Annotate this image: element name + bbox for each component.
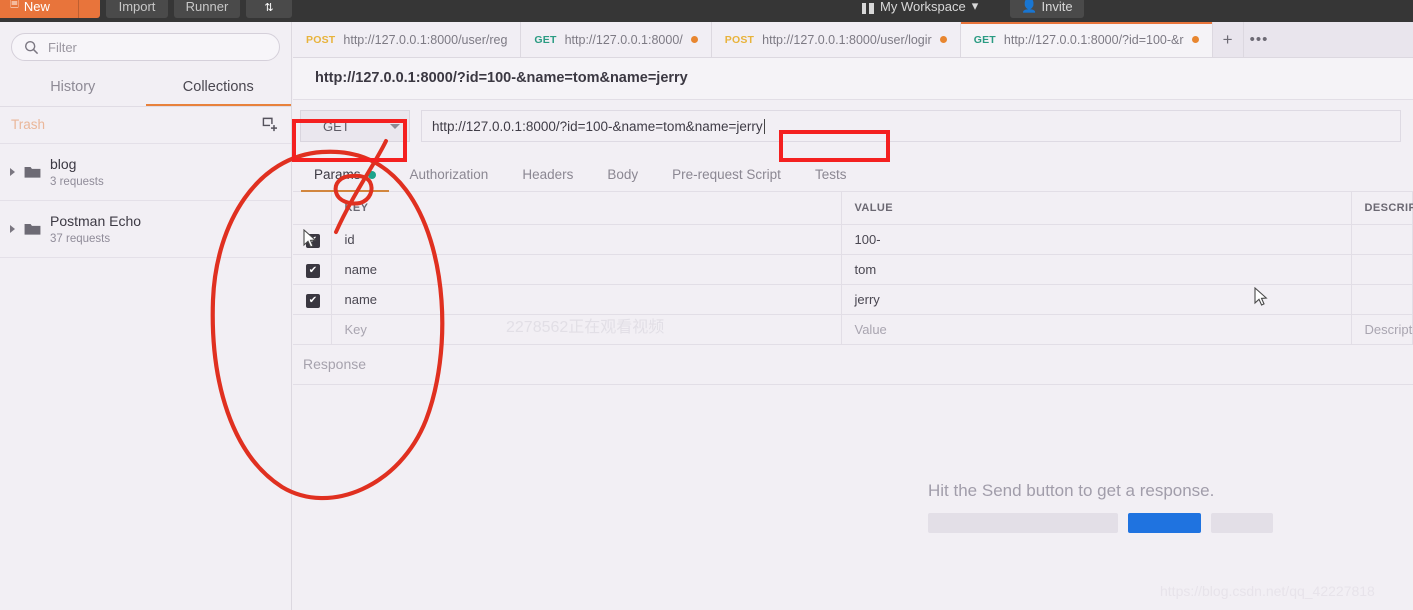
postman-window: 🗎 New Import Runner ⇅ My Workspace ▾ 👤 I…	[0, 0, 1413, 610]
mouse-cursor-right	[1254, 287, 1268, 306]
watermark-center: 2278562正在观看视频	[506, 319, 665, 336]
mouse-cursor-left	[303, 229, 317, 248]
watermark-corner: https://blog.csdn.net/qq_42227818	[1160, 583, 1375, 599]
annotation-overlay	[210, 139, 445, 501]
annotation-ellipse	[210, 149, 445, 501]
